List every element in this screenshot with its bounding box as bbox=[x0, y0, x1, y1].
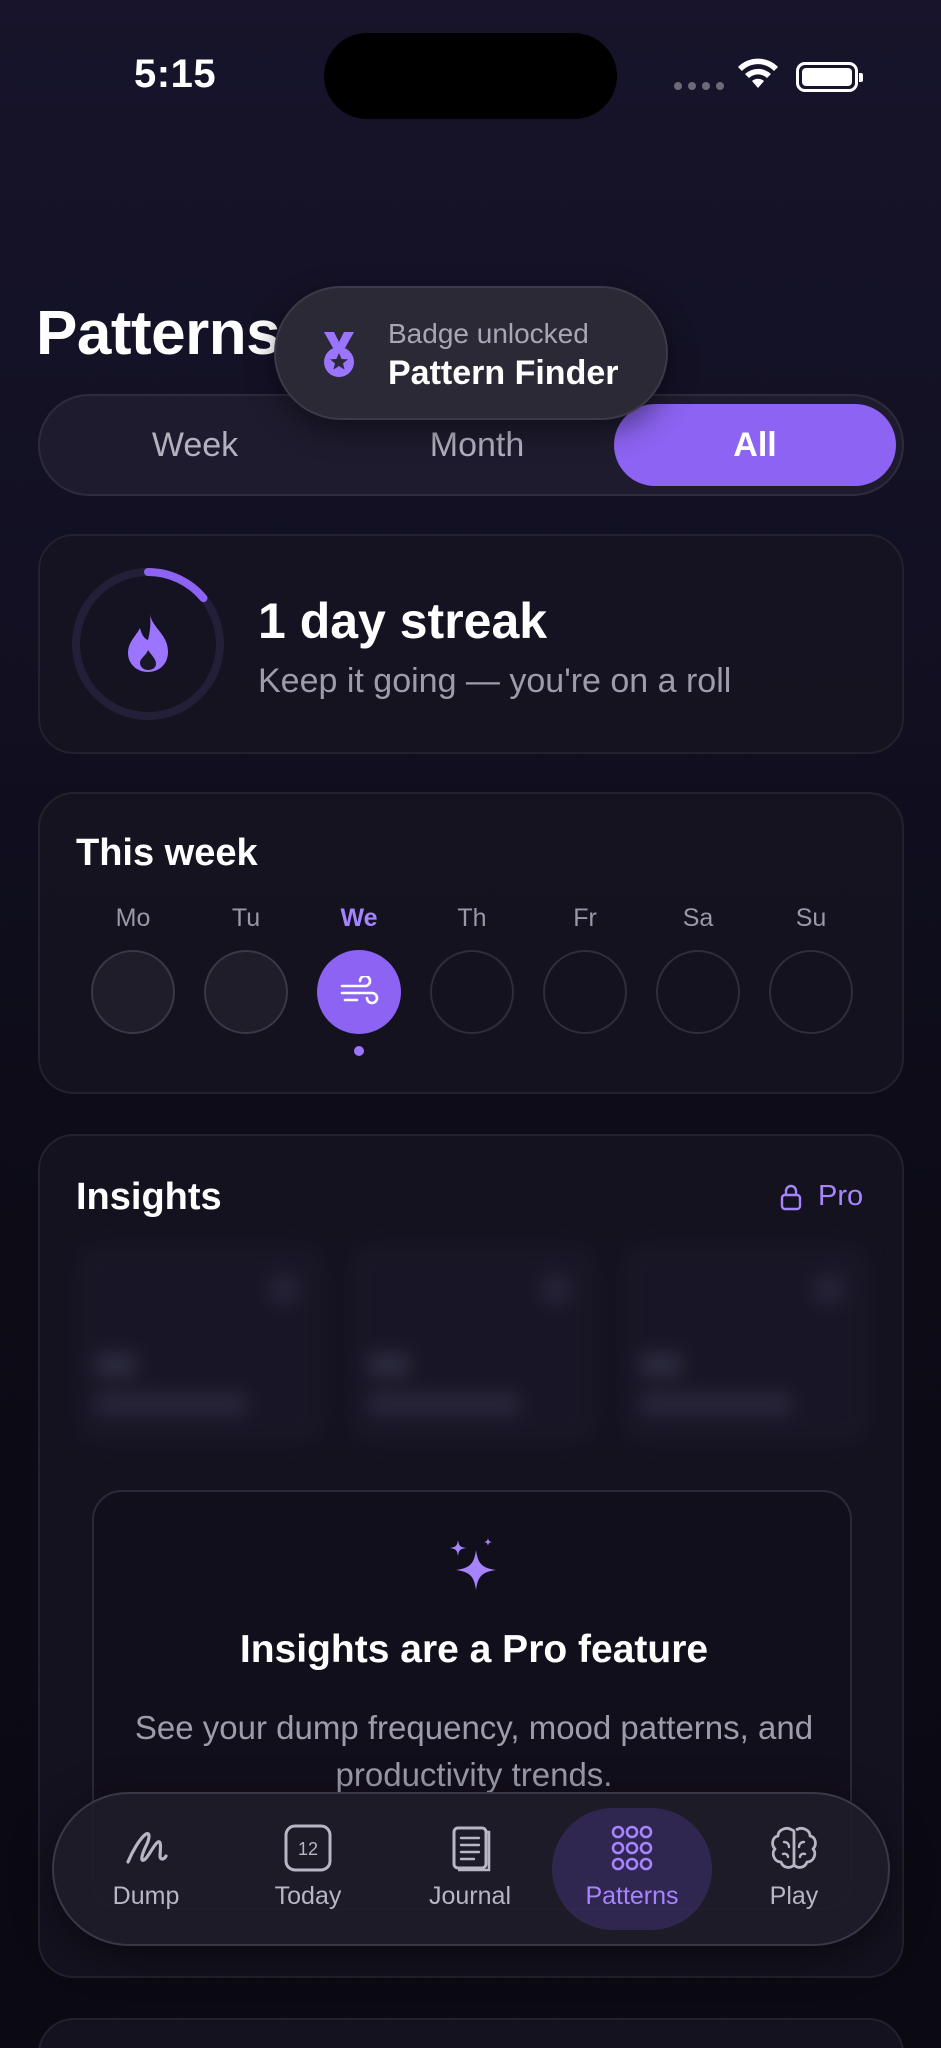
day-label: Mo bbox=[115, 904, 151, 932]
day-circle bbox=[317, 950, 401, 1034]
lock-icon bbox=[780, 1184, 802, 1210]
streak-progress-ring bbox=[72, 568, 224, 720]
wifi-icon bbox=[738, 58, 778, 88]
pro-feature-description: See your dump frequency, mood patterns, … bbox=[134, 1709, 814, 1793]
page-title: Patterns bbox=[36, 299, 281, 368]
flame-icon bbox=[128, 614, 168, 672]
day-circle bbox=[543, 950, 627, 1034]
insights-title: Insights bbox=[76, 1176, 222, 1218]
segment-week[interactable]: Week bbox=[54, 404, 336, 486]
streak-subtitle: Keep it going — you're on a roll bbox=[258, 662, 732, 700]
this-week-title: This week bbox=[76, 832, 258, 874]
day-wednesday[interactable]: We bbox=[316, 904, 402, 1056]
day-label: Th bbox=[457, 904, 487, 932]
day-sunday[interactable]: Su bbox=[768, 904, 854, 1034]
day-tuesday[interactable]: Tu bbox=[203, 904, 289, 1034]
day-label: Fr bbox=[573, 904, 597, 932]
day-label: Su bbox=[795, 904, 827, 932]
tab-play[interactable]: Play bbox=[714, 1808, 874, 1930]
today-indicator-dot bbox=[354, 1046, 364, 1056]
calendar-day: 12 bbox=[298, 1839, 318, 1859]
tab-dump[interactable]: Dump bbox=[66, 1808, 226, 1930]
medal-icon bbox=[324, 332, 354, 377]
tab-label: Play bbox=[769, 1882, 819, 1910]
tab-today[interactable]: 12 Today bbox=[228, 1808, 388, 1930]
wind-icon bbox=[340, 976, 379, 1005]
pro-badge[interactable]: Pro bbox=[780, 1180, 863, 1213]
cellular-signal-icon bbox=[674, 82, 724, 90]
toast-title: Pattern Finder bbox=[388, 354, 619, 392]
this-week-card: This week Mo Tu We Th Fr Sa Su bbox=[38, 792, 904, 1094]
scribble-icon bbox=[126, 1832, 168, 1864]
toast-subtitle: Badge unlocked bbox=[388, 318, 589, 349]
day-saturday[interactable]: Sa bbox=[655, 904, 741, 1034]
day-monday[interactable]: Mo bbox=[90, 904, 176, 1034]
notebook-icon bbox=[452, 1826, 491, 1872]
day-circle bbox=[204, 950, 288, 1034]
pro-label: Pro bbox=[818, 1180, 864, 1212]
blurred-insights-preview bbox=[76, 1244, 871, 1444]
dynamic-island bbox=[324, 33, 617, 119]
battery-icon bbox=[796, 62, 863, 92]
day-circle bbox=[656, 950, 740, 1034]
next-card bbox=[38, 2018, 904, 2048]
grid-dots-icon bbox=[611, 1825, 653, 1871]
streak-title: 1 day streak bbox=[258, 593, 548, 649]
tab-journal[interactable]: Journal bbox=[390, 1808, 550, 1930]
sparkle-icon bbox=[450, 1538, 496, 1590]
streak-card: 1 day streak Keep it going — you're on a… bbox=[38, 534, 904, 754]
day-circle bbox=[769, 950, 853, 1034]
day-label: We bbox=[340, 904, 378, 932]
day-friday[interactable]: Fr bbox=[542, 904, 628, 1034]
tab-bar: Dump 12 Today Journal Patterns Play bbox=[52, 1792, 890, 1946]
segment-all[interactable]: All bbox=[614, 404, 896, 486]
day-label: Tu bbox=[231, 904, 261, 932]
tab-label: Today bbox=[274, 1882, 342, 1910]
tab-patterns[interactable]: Patterns bbox=[552, 1808, 712, 1930]
tab-label: Journal bbox=[429, 1882, 511, 1910]
day-circle bbox=[430, 950, 514, 1034]
brain-icon bbox=[771, 1827, 817, 1869]
pro-feature-title: Insights are a Pro feature bbox=[239, 1628, 709, 1671]
status-time: 5:15 bbox=[134, 52, 217, 96]
day-label: Sa bbox=[682, 904, 714, 932]
day-circle bbox=[91, 950, 175, 1034]
tab-label: Patterns bbox=[585, 1882, 679, 1910]
calendar-icon: 12 bbox=[284, 1824, 332, 1872]
badge-toast[interactable]: Badge unlocked Pattern Finder bbox=[274, 286, 668, 420]
tab-label: Dump bbox=[112, 1882, 180, 1910]
day-thursday[interactable]: Th bbox=[429, 904, 515, 1034]
